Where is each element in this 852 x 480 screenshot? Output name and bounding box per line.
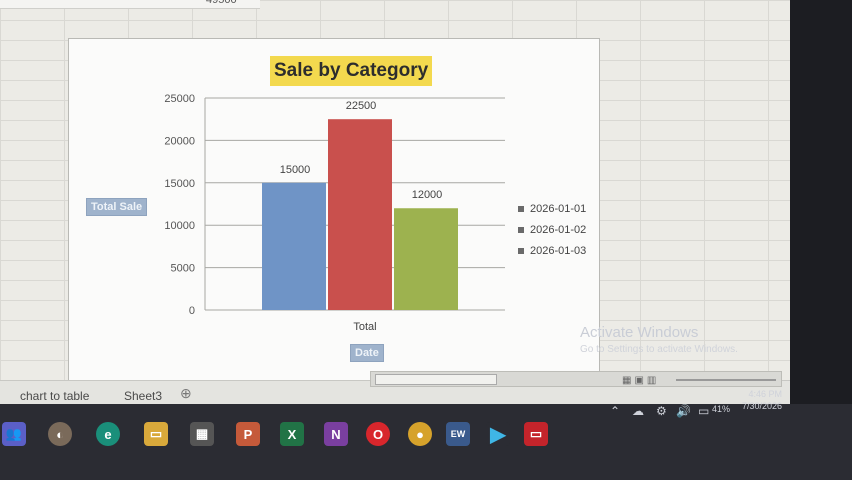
teams-icon[interactable]: 👥 <box>2 422 26 446</box>
opera-gx-icon[interactable]: ▭ <box>524 422 548 446</box>
chrome-icon[interactable]: ● <box>408 422 432 446</box>
legend-label: 2026-01-01 <box>530 202 587 215</box>
ew-icon[interactable]: EW <box>446 422 470 446</box>
taskbar: 👥 ◐ e ▭ ▦ P X N O ● EW ▶ ▭ ⌃ ☁ ⚙ 🔊 ▭ 41%… <box>0 389 852 480</box>
bar-2026-01-03 <box>394 208 458 310</box>
y-tick-label: 15000 <box>164 178 195 190</box>
y-tick-label: 25000 <box>164 93 195 105</box>
total-sale-field-button[interactable]: Total Sale <box>86 198 148 216</box>
sheet-tab-chart-to-table[interactable]: chart to table <box>20 389 89 403</box>
chevron-up-icon[interactable]: ⌃ <box>610 404 620 418</box>
zoom-slider[interactable] <box>676 379 776 381</box>
legend-swatch <box>518 226 524 233</box>
y-tick-label: 5000 <box>171 263 195 275</box>
edge-icon[interactable]: e <box>96 422 120 446</box>
chart-legend[interactable]: 2026-01-01 2026-01-02 2026-01-03 <box>518 198 586 261</box>
excel-window: 49500 0 5000 10000 15000 20000 25000 15000 2250… <box>0 0 790 412</box>
sheet-tab-sheet3[interactable]: Sheet3 <box>124 389 162 403</box>
legend-swatch <box>518 205 524 212</box>
scrollbar-thumb[interactable] <box>375 374 497 385</box>
battery-percent: 41% <box>712 404 731 414</box>
y-tick-label: 0 <box>189 305 195 317</box>
play-store-icon[interactable]: ▶ <box>486 422 510 446</box>
clock-date: 7/30/2026 <box>742 401 783 411</box>
onenote-icon[interactable]: N <box>324 422 348 446</box>
excel-icon[interactable]: X <box>280 422 304 446</box>
date-field-button[interactable]: Date <box>350 344 384 362</box>
calculator-icon[interactable]: ▦ <box>190 422 214 446</box>
clock[interactable]: 4:46 PM 7/30/2026 <box>742 388 782 412</box>
legend-item: 2026-01-03 <box>518 240 586 261</box>
y-tick-label: 10000 <box>164 220 195 232</box>
legend-swatch <box>518 247 524 254</box>
battery-icon[interactable]: ▭ <box>698 404 709 418</box>
chart-title[interactable]: Sale by Category <box>270 56 433 86</box>
file-explorer-icon[interactable]: ▭ <box>144 422 168 446</box>
legend-label: 2026-01-02 <box>530 223 587 236</box>
volume-icon[interactable]: 🔊 <box>676 404 691 418</box>
y-tick-label: 20000 <box>164 135 195 147</box>
powerpoint-icon[interactable]: P <box>236 422 260 446</box>
legend-item: 2026-01-01 <box>518 198 586 219</box>
x-category-label: Total <box>353 321 376 333</box>
view-mode-icons[interactable]: ▦▣▥ <box>622 375 659 386</box>
data-label: 12000 <box>412 189 443 201</box>
data-label: 15000 <box>280 164 311 176</box>
copilot-icon[interactable]: ◐ <box>48 422 72 446</box>
onedrive-icon[interactable]: ☁ <box>632 404 644 418</box>
settings-icon[interactable]: ⚙ <box>656 404 667 418</box>
add-sheet-icon[interactable]: ⊕ <box>180 385 192 402</box>
bar-2026-01-02 <box>328 119 392 310</box>
legend-label: 2026-01-03 <box>530 244 587 257</box>
bar-2026-01-01 <box>262 182 326 310</box>
activate-windows-watermark: Activate Windows <box>580 324 699 341</box>
opera-icon[interactable]: O <box>366 422 390 446</box>
clock-time: 4:46 PM <box>748 389 783 399</box>
activate-windows-subtext: Go to Settings to activate Windows. <box>580 344 738 355</box>
legend-item: 2026-01-02 <box>518 219 586 240</box>
data-label: 22500 <box>346 100 377 112</box>
